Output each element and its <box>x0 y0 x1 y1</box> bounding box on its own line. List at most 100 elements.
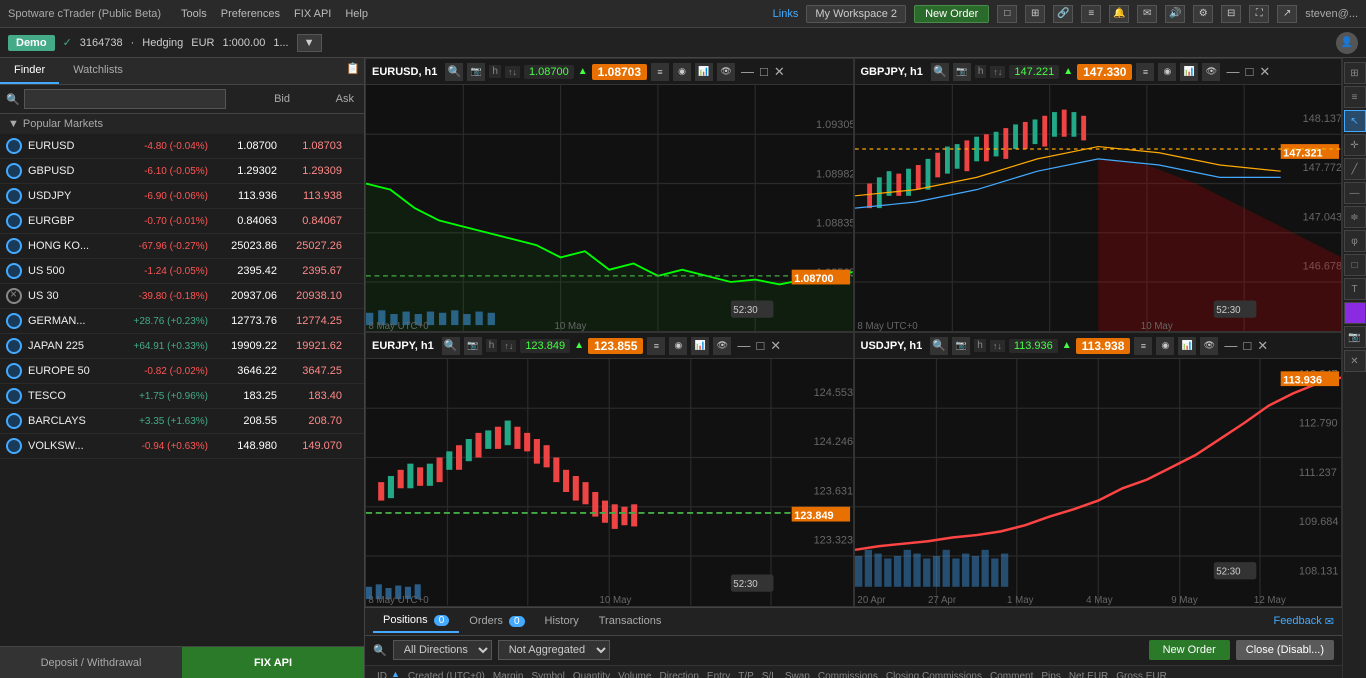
chart-eurjpy-settings[interactable]: ≡ <box>647 337 665 355</box>
rt-delete-icon[interactable]: ✕ <box>1344 350 1366 372</box>
volume-btn[interactable]: 🔊 <box>1165 5 1185 23</box>
links-btn[interactable]: Links <box>773 8 799 20</box>
chart-gbpjpy-body[interactable]: 148.137 147.772 147.043 146.678 <box>855 85 1342 331</box>
new-order-top-btn[interactable]: New Order <box>914 5 989 23</box>
tile-icon-btn[interactable]: ⊞ <box>1025 5 1045 23</box>
rt-grid-icon[interactable]: ⊞ <box>1344 62 1366 84</box>
chart-obj-icon[interactable]: ◉ <box>673 63 691 81</box>
market-item-japan225[interactable]: JAPAN 225+64.91 (+0.33%)19909.2219921.62 <box>0 334 364 359</box>
market-item-hongko[interactable]: HONG KO...-67.96 (-0.27%)25023.8625027.2… <box>0 234 364 259</box>
rt-line-icon[interactable]: ╱ <box>1344 158 1366 180</box>
chart-usdjpy-minimize[interactable]: — <box>1222 338 1239 354</box>
chart-gbpjpy-zoom[interactable]: 🔍 <box>931 63 949 81</box>
rt-hline-icon[interactable]: ― <box>1344 182 1366 204</box>
rt-camera-icon[interactable]: 📷 <box>1344 326 1366 348</box>
deposit-withdrawal-btn[interactable]: Deposit / Withdrawal <box>0 647 182 678</box>
market-item-barclays[interactable]: BARCLAYS+3.35 (+1.63%)208.55208.70 <box>0 409 364 434</box>
chart-gbpjpy-settings[interactable]: ≡ <box>1136 63 1154 81</box>
th-entry[interactable]: Entry <box>703 669 734 678</box>
chart-usdjpy-close[interactable]: ✕ <box>1255 338 1270 354</box>
new-order-positions-btn[interactable]: New Order <box>1149 640 1230 660</box>
undock-btn[interactable]: ↗ <box>1277 5 1297 23</box>
market-item-tesco[interactable]: TESCO+1.75 (+0.96%)183.25183.40 <box>0 384 364 409</box>
chart-gbpjpy-screenshot[interactable]: 📷 <box>953 63 971 81</box>
sidebar-notes-icon[interactable]: 📋 <box>342 58 364 84</box>
link-icon-btn[interactable]: 🔗 <box>1053 5 1073 23</box>
tab-watchlists[interactable]: Watchlists <box>59 58 137 84</box>
chart-usdjpy-zoom[interactable]: 🔍 <box>930 337 948 355</box>
chart-eurusd-body[interactable]: 1.09305 1.08982 1.08835 1.08565 <box>366 85 853 331</box>
chart-gbpjpy-eye[interactable]: 👁 <box>1202 63 1220 81</box>
th-swap[interactable]: Swap <box>781 669 814 678</box>
th-id[interactable]: ID <box>373 669 391 678</box>
chart-usdjpy-maximize[interactable]: □ <box>1241 338 1253 354</box>
th-quantity[interactable]: Quantity <box>569 669 614 678</box>
menu-preferences[interactable]: Preferences <box>221 8 280 20</box>
rt-color-icon[interactable] <box>1344 302 1366 324</box>
chart-eurjpy-minimize[interactable]: — <box>735 338 752 354</box>
chart-eurjpy-maximize[interactable]: □ <box>754 338 766 354</box>
th-tp[interactable]: T/P <box>734 669 758 678</box>
market-item-eurusd[interactable]: EURUSD-4.80 (-0.04%)1.087001.08703 <box>0 134 364 159</box>
th-net-eur[interactable]: Net EUR <box>1065 669 1112 678</box>
th-symbol[interactable]: Symbol <box>527 669 568 678</box>
tab-orders[interactable]: Orders 0 <box>459 610 534 632</box>
chart-eurjpy-close[interactable]: ✕ <box>768 338 783 354</box>
chart-indicator-icon[interactable]: 📊 <box>695 63 713 81</box>
fixapi-btn[interactable]: FIX API <box>182 647 364 678</box>
chart-screenshot-btn[interactable]: 📷 <box>467 63 485 81</box>
market-item-german[interactable]: GERMAN...+28.76 (+0.23%)12773.7612774.25 <box>0 309 364 334</box>
market-item-europe50[interactable]: EUROPE 50-0.82 (-0.02%)3646.223647.25 <box>0 359 364 384</box>
th-commissions[interactable]: Commissions <box>814 669 882 678</box>
th-margin[interactable]: Margin <box>489 669 528 678</box>
chart-eurjpy-indicator[interactable]: 📊 <box>691 337 709 355</box>
aggregation-select[interactable]: Not Aggregated <box>498 640 610 660</box>
chart-settings-icon[interactable]: ≡ <box>651 63 669 81</box>
chart-usdjpy-indicator[interactable]: 📊 <box>1178 337 1196 355</box>
chart-eurjpy-obj[interactable]: ◉ <box>669 337 687 355</box>
rt-cross-icon[interactable]: ✛ <box>1344 134 1366 156</box>
rt-fib-icon[interactable]: φ <box>1344 230 1366 252</box>
rt-rect-icon[interactable]: □ <box>1344 254 1366 276</box>
direction-select[interactable]: All Directions <box>393 640 492 660</box>
chart-gbpjpy-minimize[interactable]: — <box>1224 64 1241 80</box>
chart-usdjpy-body[interactable]: 113.247 112.790 111.237 109.684 108.131 <box>855 359 1342 605</box>
th-gross-eur[interactable]: Gross EUR <box>1112 669 1171 678</box>
rt-channel-icon[interactable]: ≑ <box>1344 206 1366 228</box>
rt-text-icon[interactable]: T <box>1344 278 1366 300</box>
chart-usdjpy-settings[interactable]: ≡ <box>1134 337 1152 355</box>
monitor-icon-btn[interactable]: □ <box>997 5 1017 23</box>
chart-eurusd-close[interactable]: ✕ <box>772 64 787 80</box>
popular-markets-header[interactable]: ▼ Popular Markets <box>0 114 364 134</box>
chart-gbpjpy-maximize[interactable]: □ <box>1243 64 1255 80</box>
chart-zoom-btn[interactable]: 🔍 <box>445 63 463 81</box>
alert-btn[interactable]: 🔔 <box>1109 5 1129 23</box>
close-disable-btn[interactable]: Close (Disabl...) <box>1236 640 1334 660</box>
rt-list-icon[interactable]: ≡ <box>1344 86 1366 108</box>
chart-usdjpy-obj[interactable]: ◉ <box>1156 337 1174 355</box>
layout-btn[interactable]: ⊟ <box>1221 5 1241 23</box>
th-sl[interactable]: S/L <box>758 669 781 678</box>
tab-finder[interactable]: Finder <box>0 58 59 84</box>
chart-gbpjpy-close[interactable]: ✕ <box>1257 64 1272 80</box>
chart-eurjpy-eye[interactable]: 👁 <box>713 337 731 355</box>
account-dropdown-btn[interactable]: ▼ <box>297 34 322 52</box>
market-item-eurgbp[interactable]: EURGBP-0.70 (-0.01%)0.840630.84067 <box>0 209 364 234</box>
market-item-us30[interactable]: US 30-39.80 (-0.18%)20937.0620938.10 <box>0 284 364 309</box>
th-created[interactable]: Created (UTC+0) <box>404 669 489 678</box>
chart-usdjpy-eye[interactable]: 👁 <box>1200 337 1218 355</box>
market-item-usdjpy[interactable]: USDJPY-6.90 (-0.06%)113.936113.938 <box>0 184 364 209</box>
th-comment[interactable]: Comment <box>986 669 1037 678</box>
menu-help[interactable]: Help <box>345 8 368 20</box>
th-direction[interactable]: Direction <box>655 669 702 678</box>
chart-eurusd-minimize[interactable]: — <box>739 64 756 80</box>
chart-eurjpy-body[interactable]: 124.553 124.246 123.631 123.323 <box>366 359 853 605</box>
market-item-volksw[interactable]: VOLKSW...-0.94 (+0.63%)148.980149.070 <box>0 434 364 459</box>
settings-btn[interactable]: ⚙ <box>1193 5 1213 23</box>
fullscreen-btn[interactable]: ⛶ <box>1249 5 1269 23</box>
rt-pointer-icon[interactable]: ↖ <box>1344 110 1366 132</box>
workspace-btn[interactable]: My Workspace 2 <box>806 5 906 23</box>
chart-eurjpy-zoom[interactable]: 🔍 <box>442 337 460 355</box>
tab-history[interactable]: History <box>535 610 589 632</box>
chart-eye-icon[interactable]: 👁 <box>717 63 735 81</box>
